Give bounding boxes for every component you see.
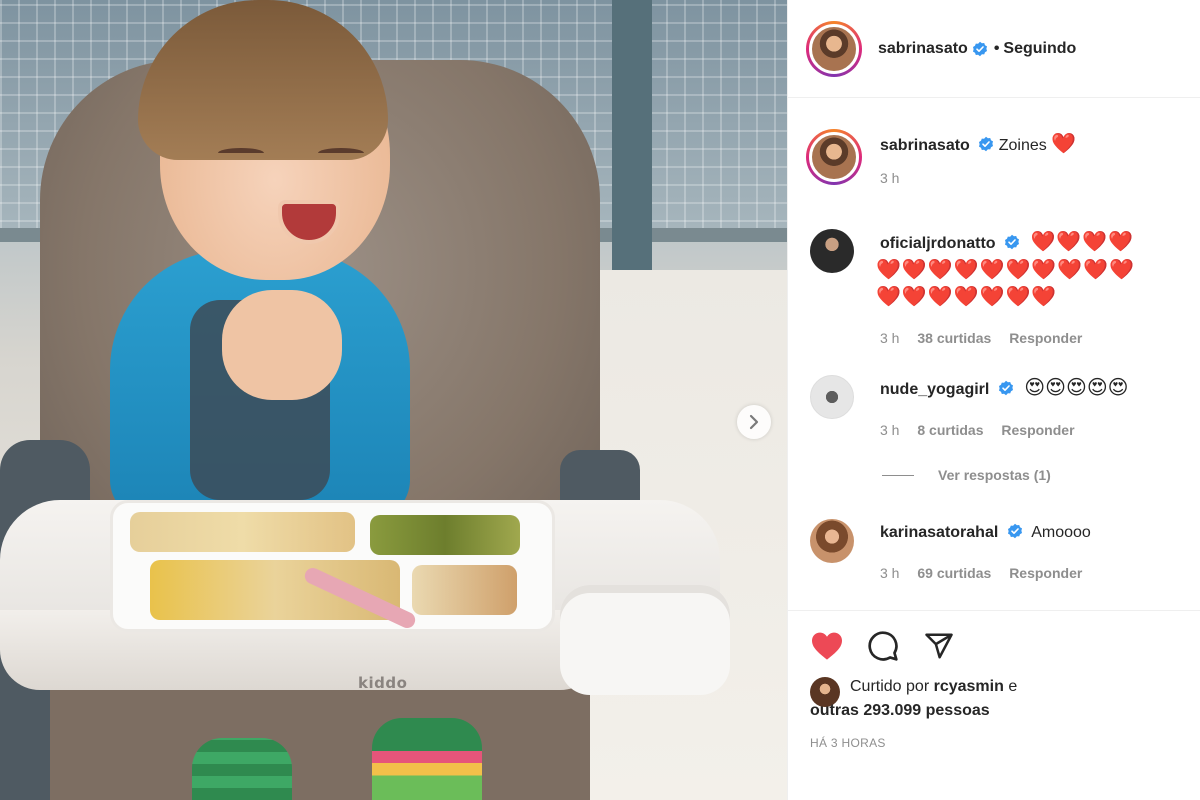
verified-badge-icon: [1005, 234, 1020, 250]
separator-dot: •: [993, 39, 1000, 57]
heart-icon: [812, 632, 842, 660]
comment-emoji: ❤️❤️❤️❤️: [1030, 231, 1135, 253]
share-icon: [925, 633, 953, 659]
brand-logo: kiddo: [358, 674, 408, 692]
post-header: sabrinasato • Seguindo: [788, 0, 1200, 98]
commenter-avatar[interactable]: [810, 375, 854, 419]
comment-emoji: ❤️❤️❤️❤️❤️❤️❤️❤️❤️❤️: [876, 259, 1136, 281]
verified-badge-icon: [972, 41, 987, 56]
caption-username[interactable]: sabrinasato: [880, 137, 970, 154]
view-replies-button[interactable]: Ver respostas (1): [882, 467, 1051, 483]
next-photo-button[interactable]: [737, 405, 771, 439]
comments-list: sabrinasato Zoines ❤️ 3 h oficialjrdonat…: [788, 99, 1200, 609]
post-timestamp[interactable]: HÁ 3 HORAS: [810, 736, 886, 750]
food-portion: [412, 565, 517, 615]
food-portion: [130, 512, 355, 552]
window-post: [612, 0, 652, 270]
caption-text: Zoines: [998, 137, 1047, 154]
verified-badge-icon: [998, 380, 1013, 396]
view-replies-label: Ver respostas (1): [938, 467, 1051, 483]
comment-icon: [868, 631, 898, 661]
comment-emoji: ❤️❤️❤️❤️❤️❤️❤️: [876, 286, 1058, 308]
replies-divider: [882, 474, 914, 476]
likes-count-link[interactable]: outras 293.099 pessoas: [810, 702, 990, 719]
sock-right: [372, 718, 482, 800]
action-icons: [810, 629, 956, 663]
liker-username[interactable]: rcyasmin: [934, 678, 1004, 695]
reply-button[interactable]: Responder: [1009, 330, 1082, 346]
comment-username[interactable]: oficialjrdonatto: [880, 235, 996, 252]
caption-emoji: ❤️: [1051, 133, 1078, 155]
caption: sabrinasato Zoines ❤️ 3 h: [806, 129, 1078, 192]
comment-likes[interactable]: 8 curtidas: [917, 422, 983, 438]
reply-button[interactable]: Responder: [1001, 422, 1074, 438]
comment-text: Amoooo: [1031, 524, 1091, 541]
liked-by-prefix: Curtido por: [850, 678, 930, 695]
commenter-avatar[interactable]: [810, 229, 854, 273]
caption-avatar[interactable]: [806, 129, 862, 185]
verified-badge-icon: [1007, 523, 1022, 539]
comment-username[interactable]: nude_yogagirl: [880, 381, 989, 398]
comment-button[interactable]: [866, 629, 900, 663]
tray-cup-holder: [560, 585, 730, 695]
like-button[interactable]: [810, 629, 844, 663]
food-portion: [370, 515, 520, 555]
comment-username[interactable]: karinasatorahal: [880, 524, 998, 541]
reply-button[interactable]: Responder: [1009, 565, 1082, 581]
comment-likes[interactable]: 38 curtidas: [917, 330, 991, 346]
author-username[interactable]: sabrinasato: [878, 40, 968, 58]
following-button[interactable]: Seguindo: [1003, 40, 1076, 58]
comment-time: 3 h: [880, 565, 900, 581]
share-button[interactable]: [922, 629, 956, 663]
caption-time: 3 h: [880, 170, 900, 186]
author-avatar[interactable]: [806, 20, 862, 77]
verified-badge-icon: [979, 136, 994, 152]
comment-item: karinasatorahal Amoooo 3 h 69 curtidas R…: [810, 519, 1096, 587]
comment-item: oficialjrdonatto ❤️❤️❤️❤️ ❤️❤️❤️❤️❤️❤️❤️…: [810, 229, 1135, 352]
child-eye-left: [218, 148, 264, 158]
chevron-right-icon: [749, 414, 759, 430]
child-eye-right: [318, 148, 364, 158]
comment-time: 3 h: [880, 422, 900, 438]
post-actions: Curtido por rcyasmin e outras 293.099 pe…: [788, 610, 1200, 800]
comment-time: 3 h: [880, 330, 900, 346]
comment-emoji: 😍😍😍😍😍: [1024, 377, 1129, 399]
comment-item: nude_yogagirl 😍😍😍😍😍 3 h 8 curtidas Respo…: [810, 375, 1129, 444]
liked-by: Curtido por rcyasmin e outras 293.099 pe…: [810, 675, 1017, 723]
child-hands: [222, 290, 342, 400]
comment-likes[interactable]: 69 curtidas: [917, 565, 991, 581]
post-sidebar: sabrinasato • Seguindo sabrinasato Zoine…: [787, 0, 1200, 800]
post-photo: kiddo: [0, 0, 787, 800]
commenter-avatar[interactable]: [810, 519, 854, 563]
liked-by-conjunction: e: [1008, 678, 1018, 695]
sock-left: [192, 738, 292, 800]
